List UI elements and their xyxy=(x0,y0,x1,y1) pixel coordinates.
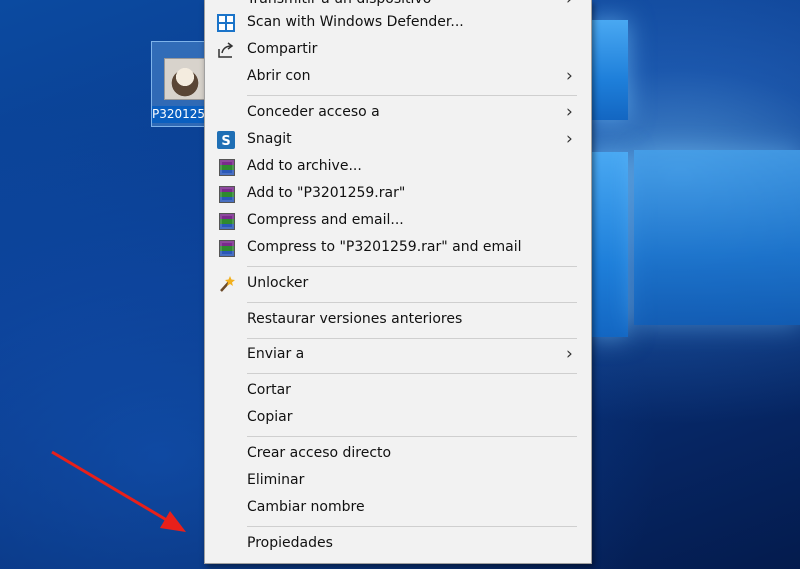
menu-item-properties[interactable]: Propiedades xyxy=(205,530,591,557)
menu-item-label: Compress to "P3201259.rar" and email xyxy=(247,239,522,255)
defender-shield-icon xyxy=(217,14,235,32)
menu-item-create-shortcut[interactable]: Crear acceso directo xyxy=(205,440,591,467)
winrar-icon xyxy=(219,213,235,230)
snagit-icon: S xyxy=(217,131,235,149)
menu-item-label: Enviar a xyxy=(247,346,305,362)
submenu-arrow-icon: › xyxy=(566,102,573,122)
menu-item-label: Cortar xyxy=(247,382,291,398)
menu-item-scan[interactable]: Scan with Windows Defender... xyxy=(205,9,591,36)
menu-item-label: Conceder acceso a xyxy=(247,104,380,120)
menu-item-label: Abrir con xyxy=(247,68,311,84)
winrar-icon xyxy=(219,159,235,176)
menu-separator xyxy=(247,338,577,339)
menu-item-grant-access[interactable]: Conceder acceso a › xyxy=(205,99,591,126)
menu-separator xyxy=(247,302,577,303)
context-menu: Transmitir a un dispositivo › Scan with … xyxy=(204,0,592,564)
menu-item-label: Copiar xyxy=(247,409,293,425)
menu-item-label: Compartir xyxy=(247,41,318,57)
magic-wand-icon xyxy=(217,275,235,293)
submenu-arrow-icon: › xyxy=(566,344,573,364)
menu-item-share[interactable]: Compartir xyxy=(205,36,591,63)
menu-item-label: Snagit xyxy=(247,131,292,147)
winrar-icon xyxy=(219,240,235,257)
menu-item-send-to[interactable]: Enviar a › xyxy=(205,341,591,368)
menu-separator xyxy=(247,526,577,527)
menu-separator xyxy=(247,436,577,437)
menu-item-label: Compress and email... xyxy=(247,212,404,228)
menu-item-label: Add to "P3201259.rar" xyxy=(247,185,406,201)
menu-item-label: Add to archive... xyxy=(247,158,362,174)
menu-separator xyxy=(247,266,577,267)
menu-item-label: Unlocker xyxy=(247,275,309,291)
svg-text:S: S xyxy=(221,134,230,149)
menu-item-cut[interactable]: Cortar xyxy=(205,377,591,404)
menu-item-label: Crear acceso directo xyxy=(247,445,392,461)
menu-item-delete[interactable]: Eliminar xyxy=(205,467,591,494)
submenu-arrow-icon: › xyxy=(566,66,573,86)
menu-item-open-with[interactable]: Abrir con › xyxy=(205,63,591,90)
menu-separator xyxy=(247,373,577,374)
menu-item-snagit[interactable]: S Snagit › xyxy=(205,126,591,153)
menu-item-label: Scan with Windows Defender... xyxy=(247,14,464,30)
menu-item-compress-email[interactable]: Compress and email... xyxy=(205,207,591,234)
menu-item-unlocker[interactable]: Unlocker xyxy=(205,270,591,297)
menu-item-label: Cambiar nombre xyxy=(247,499,365,515)
menu-item-label: Eliminar xyxy=(247,472,305,488)
share-icon xyxy=(217,41,235,59)
menu-item-compress-rar-email[interactable]: Compress to "P3201259.rar" and email xyxy=(205,234,591,261)
menu-item-add-to-rar[interactable]: Add to "P3201259.rar" xyxy=(205,180,591,207)
menu-item-add-archive[interactable]: Add to archive... xyxy=(205,153,591,180)
menu-item-restore-versions[interactable]: Restaurar versiones anteriores xyxy=(205,306,591,333)
winrar-icon xyxy=(219,186,235,203)
menu-separator xyxy=(247,95,577,96)
menu-item-label: Restaurar versiones anteriores xyxy=(247,311,463,327)
menu-item-copy[interactable]: Copiar xyxy=(205,404,591,431)
submenu-arrow-icon: › xyxy=(566,129,573,149)
menu-item-label: Propiedades xyxy=(247,535,333,551)
menu-item-rename[interactable]: Cambiar nombre xyxy=(205,494,591,521)
